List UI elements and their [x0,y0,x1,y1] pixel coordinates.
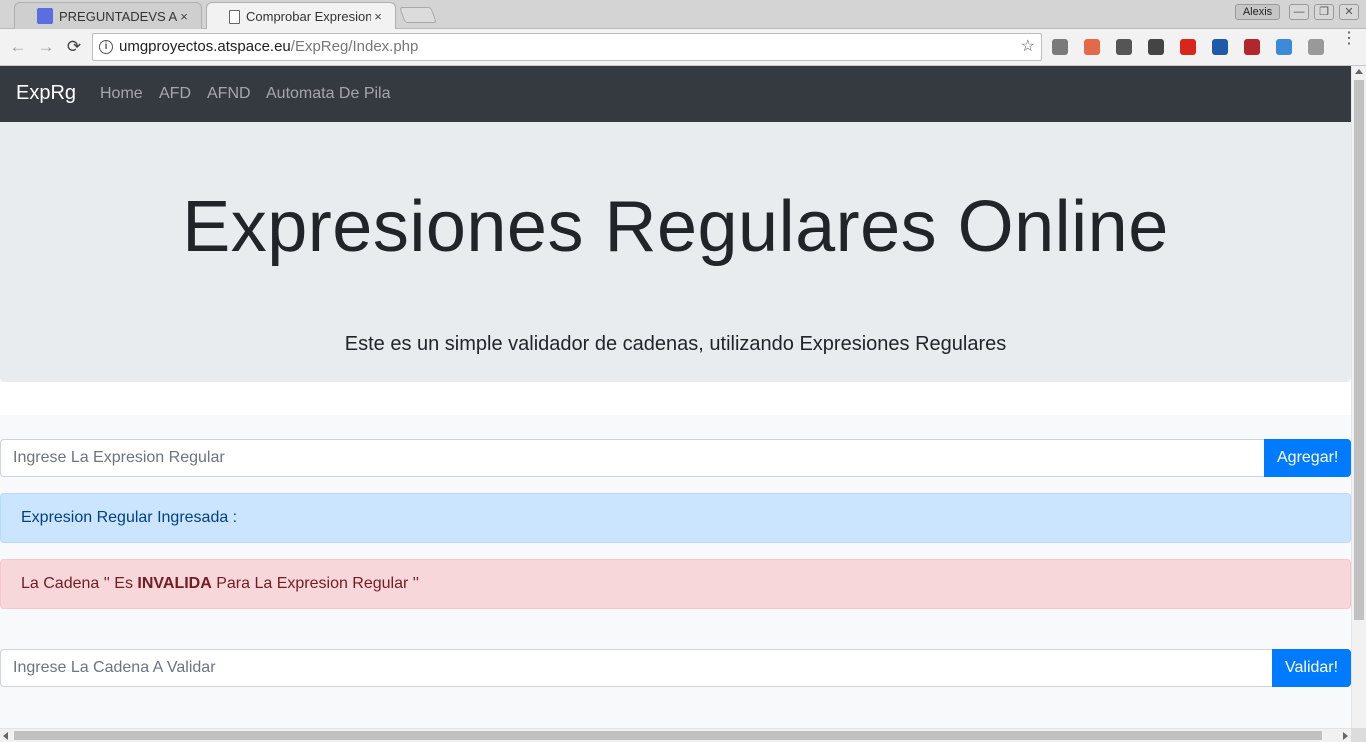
horizontal-scrollbar[interactable] [0,728,1351,742]
extension-flag-icon[interactable] [1180,39,1196,55]
profile-button[interactable]: Alexis [1235,4,1280,20]
page-subtitle: Este es un simple validador de cadenas, … [344,333,1007,355]
close-window-button[interactable]: ✕ [1339,4,1359,20]
restore-button[interactable]: ❐ [1314,4,1334,20]
app-favicon-icon [37,8,53,24]
tab-title: Comprobar Expresiones [246,9,371,24]
tab-close-icon[interactable]: × [177,9,191,24]
page-viewport: ExpRg Home AFD AFND Automata De Pila Exp… [0,66,1351,728]
url-host: umgproyectos.atspace.eu [119,38,291,55]
result-prefix: La Cadena '' Es [21,575,138,592]
agregar-button[interactable]: Agregar! [1264,439,1351,477]
horizontal-scroll-thumb[interactable] [14,731,1322,740]
page-title: Expresiones Regulares Online [182,187,1169,267]
jumbotron: Expresiones Regulares Online Este es un … [0,122,1351,382]
scroll-up-icon[interactable] [1355,69,1363,74]
tab-preguntadevs[interactable]: PREGUNTADEVS APP × [14,2,202,29]
regex-form: Agregar! [0,439,1351,477]
string-form: Validar! [0,649,1351,687]
site-info-icon[interactable]: i [99,40,113,54]
browser-menu-icon[interactable]: ⋮ [1341,31,1357,47]
navbar-brand[interactable]: ExpRg [16,82,76,105]
vertical-scroll-thumb[interactable] [1354,80,1364,620]
new-tab-button[interactable] [399,7,437,23]
extension-new-icon[interactable] [1276,39,1292,55]
extension-circle-icon[interactable] [1308,39,1324,55]
section-spacer [0,382,1351,415]
forward-arrow-icon[interactable]: → [36,37,56,57]
extension-chart-icon[interactable] [1212,39,1228,55]
document-favicon-icon [229,9,240,24]
browser-tabstrip: PREGUNTADEVS APP × Comprobar Expresiones… [0,0,1366,30]
vertical-scrollbar[interactable] [1351,66,1366,728]
scroll-left-icon[interactable] [3,732,8,740]
nav-link-home[interactable]: Home [100,85,143,103]
minimize-button[interactable]: — [1289,4,1309,20]
site-navbar: ExpRg Home AFD AFND Automata De Pila [0,66,1351,122]
bookmark-star-icon[interactable]: ☆ [1021,34,1035,60]
browser-toolbar: ← → ⟳ i umgproyectos.atspace.eu/ExpReg/I… [0,29,1366,66]
nav-link-afnd[interactable]: AFND [207,85,251,103]
tab-close-icon[interactable]: × [371,9,385,24]
validation-result-alert: La Cadena '' Es INVALIDA Para La Expresi… [0,559,1351,609]
string-input[interactable] [0,649,1272,687]
result-suffix: Para La Expresion Regular '' [211,575,419,592]
url-path: /ExpReg/Index.php [290,38,419,55]
result-status: INVALIDA [137,575,212,592]
regex-input[interactable] [0,439,1264,477]
reload-icon[interactable]: ⟳ [64,37,84,57]
extension-speed-icon[interactable] [1148,39,1164,55]
tab-comprobar-expresiones[interactable]: Comprobar Expresiones × [206,2,396,30]
extension-globe-icon[interactable] [1052,39,1068,55]
extension-calendar-icon[interactable] [1084,39,1100,55]
nav-link-afd[interactable]: AFD [159,85,191,103]
extension-save-icon[interactable] [1244,39,1260,55]
back-arrow-icon[interactable]: ← [8,37,28,57]
scrollbar-corner [1351,728,1366,742]
extension-shield-icon[interactable] [1116,39,1132,55]
scroll-right-icon[interactable] [1343,732,1348,740]
regex-entered-text: Expresion Regular Ingresada : [21,509,238,526]
nav-link-automata-de-pila[interactable]: Automata De Pila [266,85,391,103]
address-bar[interactable]: i umgproyectos.atspace.eu/ExpReg/Index.p… [92,33,1042,61]
regex-entered-alert: Expresion Regular Ingresada : [0,493,1351,543]
tab-title: PREGUNTADEVS APP [59,8,177,24]
validar-button[interactable]: Validar! [1272,649,1351,687]
